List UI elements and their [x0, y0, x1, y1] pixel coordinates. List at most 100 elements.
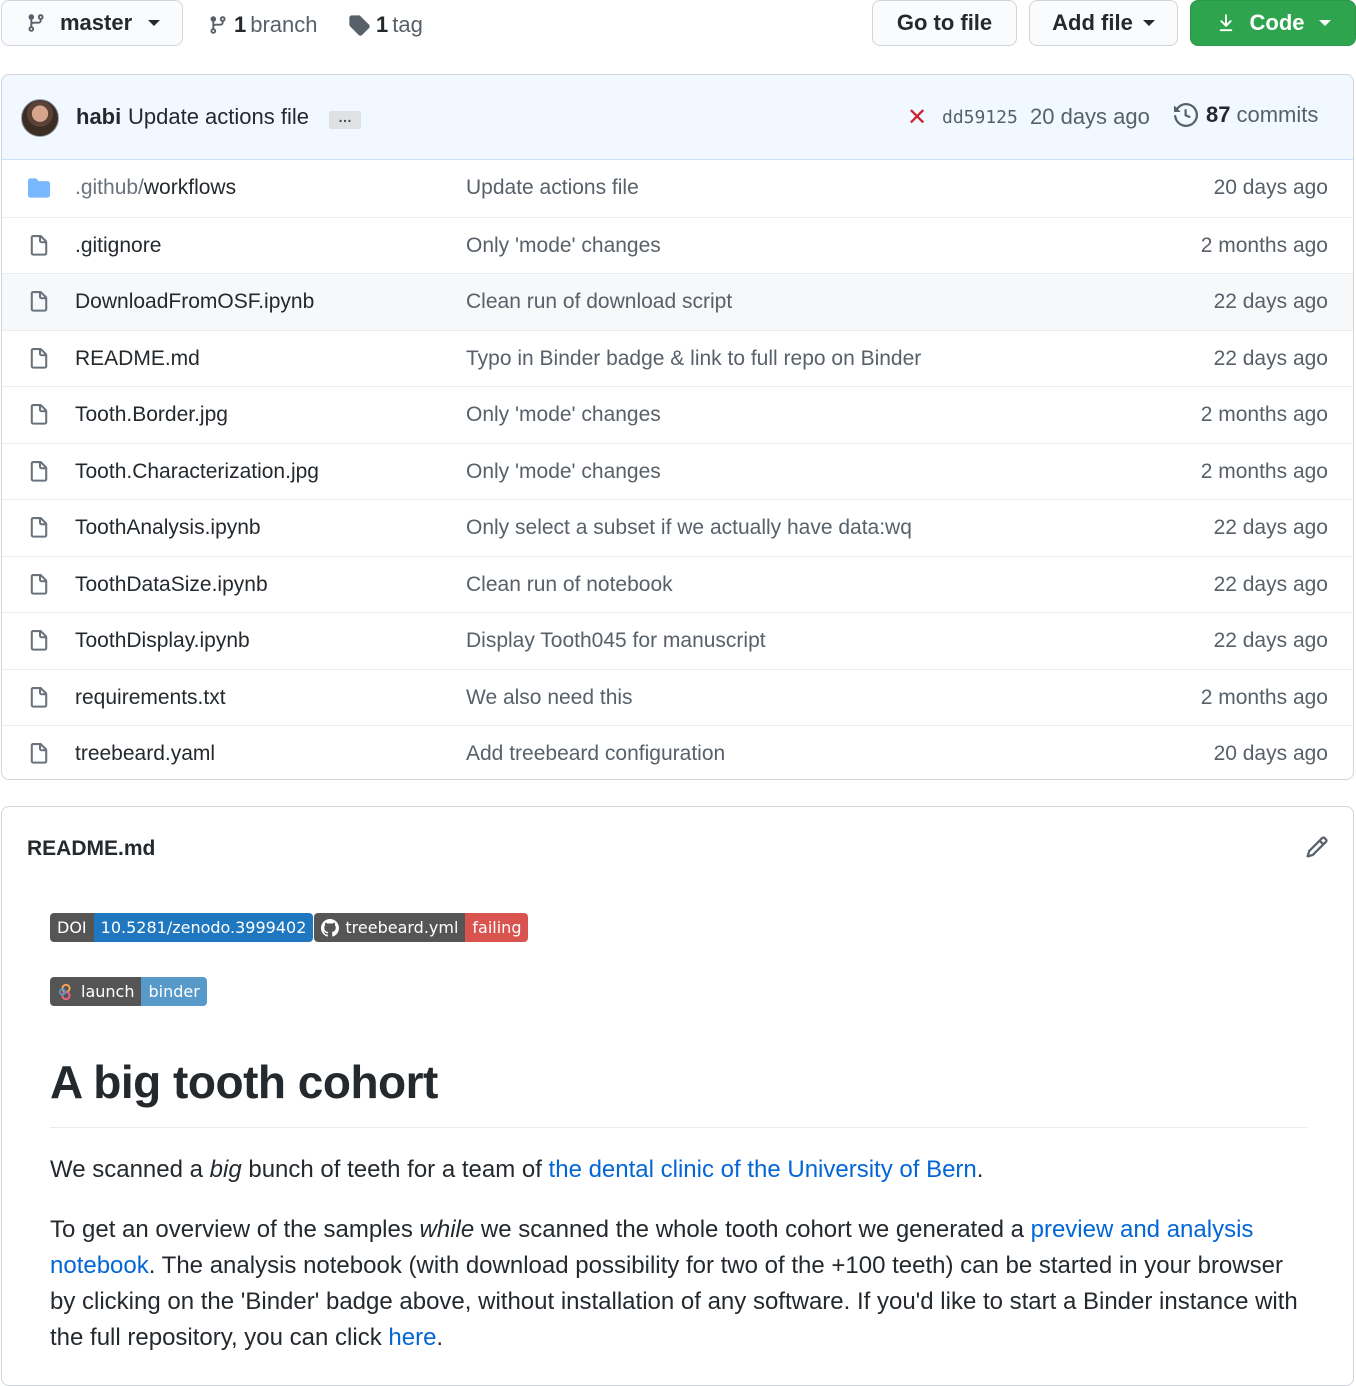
- file-commit-message[interactable]: Only select a subset if we actually have…: [466, 516, 912, 540]
- file-icon: [30, 630, 48, 651]
- p2-emphasis: while: [419, 1216, 475, 1243]
- commits-label: commits: [1236, 102, 1319, 127]
- file-commit-age: 22 days ago: [1213, 346, 1328, 370]
- full-repo-binder-link[interactable]: here: [388, 1324, 436, 1351]
- file-commit-message[interactable]: Only 'mode' changes: [466, 460, 661, 484]
- github-icon: [321, 918, 340, 937]
- x-icon[interactable]: ✕: [907, 103, 927, 132]
- file-name-link[interactable]: ToothAnalysis.ipynb: [75, 516, 261, 540]
- repo-toolbar: master 1 branch 1 tag Go to file Add fil…: [0, 0, 1356, 50]
- file-name-link[interactable]: Tooth.Border.jpg: [75, 403, 228, 427]
- file-commit-message[interactable]: Clean run of notebook: [466, 573, 673, 597]
- branches-count: 1: [234, 12, 247, 37]
- file-name-link[interactable]: Tooth.Characterization.jpg: [75, 460, 319, 484]
- code-label: Code: [1249, 10, 1305, 35]
- file-commit-message[interactable]: Only 'mode' changes: [466, 403, 661, 427]
- binder-logo-icon: [58, 983, 71, 1000]
- commits-history-link[interactable]: 87 commits: [1174, 102, 1318, 128]
- file-row[interactable]: requirements.txt We also need this 2 month…: [2, 668, 1353, 726]
- p1-text: bunch of teeth for a team of: [241, 1156, 549, 1183]
- folder-icon: [28, 178, 50, 198]
- workflow-badge[interactable]: treebeard.yml failing: [314, 913, 529, 942]
- file-name-link[interactable]: DownloadFromOSF.ipynb: [75, 290, 314, 314]
- branches-label: branch: [250, 12, 318, 37]
- file-commit-age: 22 days ago: [1213, 290, 1328, 313]
- file-row[interactable]: .github/workflows Update actions file 20 d…: [2, 160, 1353, 217]
- file-name-link[interactable]: treebeard.yaml: [75, 742, 215, 766]
- commit-message[interactable]: Update actions file: [128, 104, 309, 130]
- file-row[interactable]: treebeard.yaml Add treebeard configuratio…: [2, 725, 1353, 779]
- file-row[interactable]: ToothDisplay.ipynb Display Tooth045 for m…: [2, 612, 1353, 669]
- file-commit-age: 2 months ago: [1200, 459, 1328, 483]
- file-commit-message[interactable]: We also need this: [466, 686, 633, 710]
- file-commit-age: 22 days ago: [1213, 516, 1328, 539]
- file-icon: [30, 460, 48, 482]
- add-file-button[interactable]: Add file: [1029, 0, 1178, 46]
- file-commit-message[interactable]: Only 'mode' changes: [466, 234, 661, 258]
- tags-link[interactable]: 1 tag: [348, 0, 423, 50]
- file-row[interactable]: README.md Typo in Binder badge & link to …: [2, 329, 1353, 387]
- p2-text: we scanned the whole tooth cohort we gen…: [474, 1216, 1031, 1243]
- pencil-icon[interactable]: [1305, 835, 1329, 859]
- commit-age: 20 days ago: [1030, 104, 1150, 129]
- branch-select-button[interactable]: master: [1, 0, 183, 46]
- file-name-link[interactable]: README.md: [75, 347, 200, 371]
- file-list: .github/workflows Update actions file 20 d…: [2, 160, 1353, 779]
- download-icon: [1219, 14, 1232, 32]
- file-name-link[interactable]: requirements.txt: [75, 686, 226, 710]
- file-row[interactable]: Tooth.Border.jpg Only 'mode' changes 2 mon…: [2, 386, 1353, 443]
- file-commit-message[interactable]: Add treebeard configuration: [466, 742, 725, 766]
- file-row[interactable]: DownloadFromOSF.ipynb Clean run of downlo…: [2, 273, 1353, 330]
- history-icon: [1174, 103, 1198, 127]
- file-icon: [30, 573, 48, 595]
- file-commit-message[interactable]: Typo in Binder badge & link to full repo…: [466, 347, 921, 371]
- heading-divider: [50, 1127, 1307, 1128]
- commit-sha[interactable]: dd59125: [942, 107, 1018, 128]
- commit-author[interactable]: habi: [76, 104, 121, 130]
- file-name: ToothDataSize.ipynb: [75, 572, 268, 596]
- file-icon: [30, 291, 48, 312]
- file-commit-message[interactable]: Update actions file: [466, 176, 639, 200]
- file-icon: [30, 686, 48, 708]
- binder-badge[interactable]: launch binder: [50, 977, 207, 1006]
- file-row[interactable]: Tooth.Characterization.jpg Only 'mode' ch…: [2, 442, 1353, 500]
- p2-text: To get an overview of the samples: [50, 1216, 420, 1243]
- tags-count: 1: [376, 12, 389, 37]
- file-name-link[interactable]: .github/workflows: [75, 176, 236, 200]
- branches-link[interactable]: 1 branch: [208, 0, 318, 50]
- doi-badge-value: 10.5281/zenodo.3999402: [93, 913, 314, 942]
- file-name-link[interactable]: ToothDataSize.ipynb: [75, 573, 268, 597]
- expand-commit-button[interactable]: …: [329, 110, 361, 129]
- file-name: Tooth.Border.jpg: [75, 403, 228, 426]
- binder-label: launch: [81, 982, 135, 1001]
- p1-text: We scanned a: [50, 1156, 210, 1183]
- add-file-label: Add file: [1052, 10, 1133, 35]
- file-commit-age: 20 days ago: [1213, 742, 1328, 765]
- file-name-link[interactable]: .gitignore: [75, 234, 161, 258]
- file-commit-message[interactable]: Display Tooth045 for manuscript: [466, 629, 766, 653]
- file-name: DownloadFromOSF.ipynb: [75, 290, 315, 313]
- go-to-file-label: Go to file: [896, 10, 993, 35]
- dental-clinic-link[interactable]: the dental clinic of the University of B…: [549, 1156, 977, 1183]
- doi-badge[interactable]: DOI 10.5281/zenodo.3999402: [50, 913, 314, 942]
- go-to-file-button[interactable]: Go to file: [872, 0, 1017, 46]
- file-commit-age: 22 days ago: [1213, 572, 1328, 596]
- file-name: README.md: [75, 346, 200, 370]
- file-name: requirements.txt: [75, 685, 226, 709]
- tag-icon: [349, 15, 370, 36]
- code-button[interactable]: Code: [1190, 0, 1356, 46]
- file-commit-message[interactable]: Clean run of download script: [466, 290, 732, 314]
- latest-commit-bar: habi Update actions file … ✕ dd59125 20 …: [2, 75, 1353, 160]
- file-name: ToothAnalysis.ipynb: [75, 516, 261, 539]
- p2-text: .: [436, 1324, 444, 1351]
- file-icon: [30, 743, 48, 764]
- file-row[interactable]: ToothDataSize.ipynb Clean run of notebook…: [2, 555, 1353, 613]
- file-name-link[interactable]: ToothDisplay.ipynb: [75, 629, 250, 653]
- git-branch-icon: [210, 16, 226, 34]
- binder-badge-row: launch binder: [50, 977, 208, 1007]
- binder-badge-label: launch: [50, 977, 142, 1006]
- file-row[interactable]: .gitignore Only 'mode' changes 2 months ag…: [2, 216, 1353, 274]
- file-commit-age: 2 months ago: [1200, 685, 1328, 709]
- file-row[interactable]: ToothAnalysis.ipynb Only select a subset …: [2, 499, 1353, 556]
- avatar[interactable]: [21, 99, 59, 137]
